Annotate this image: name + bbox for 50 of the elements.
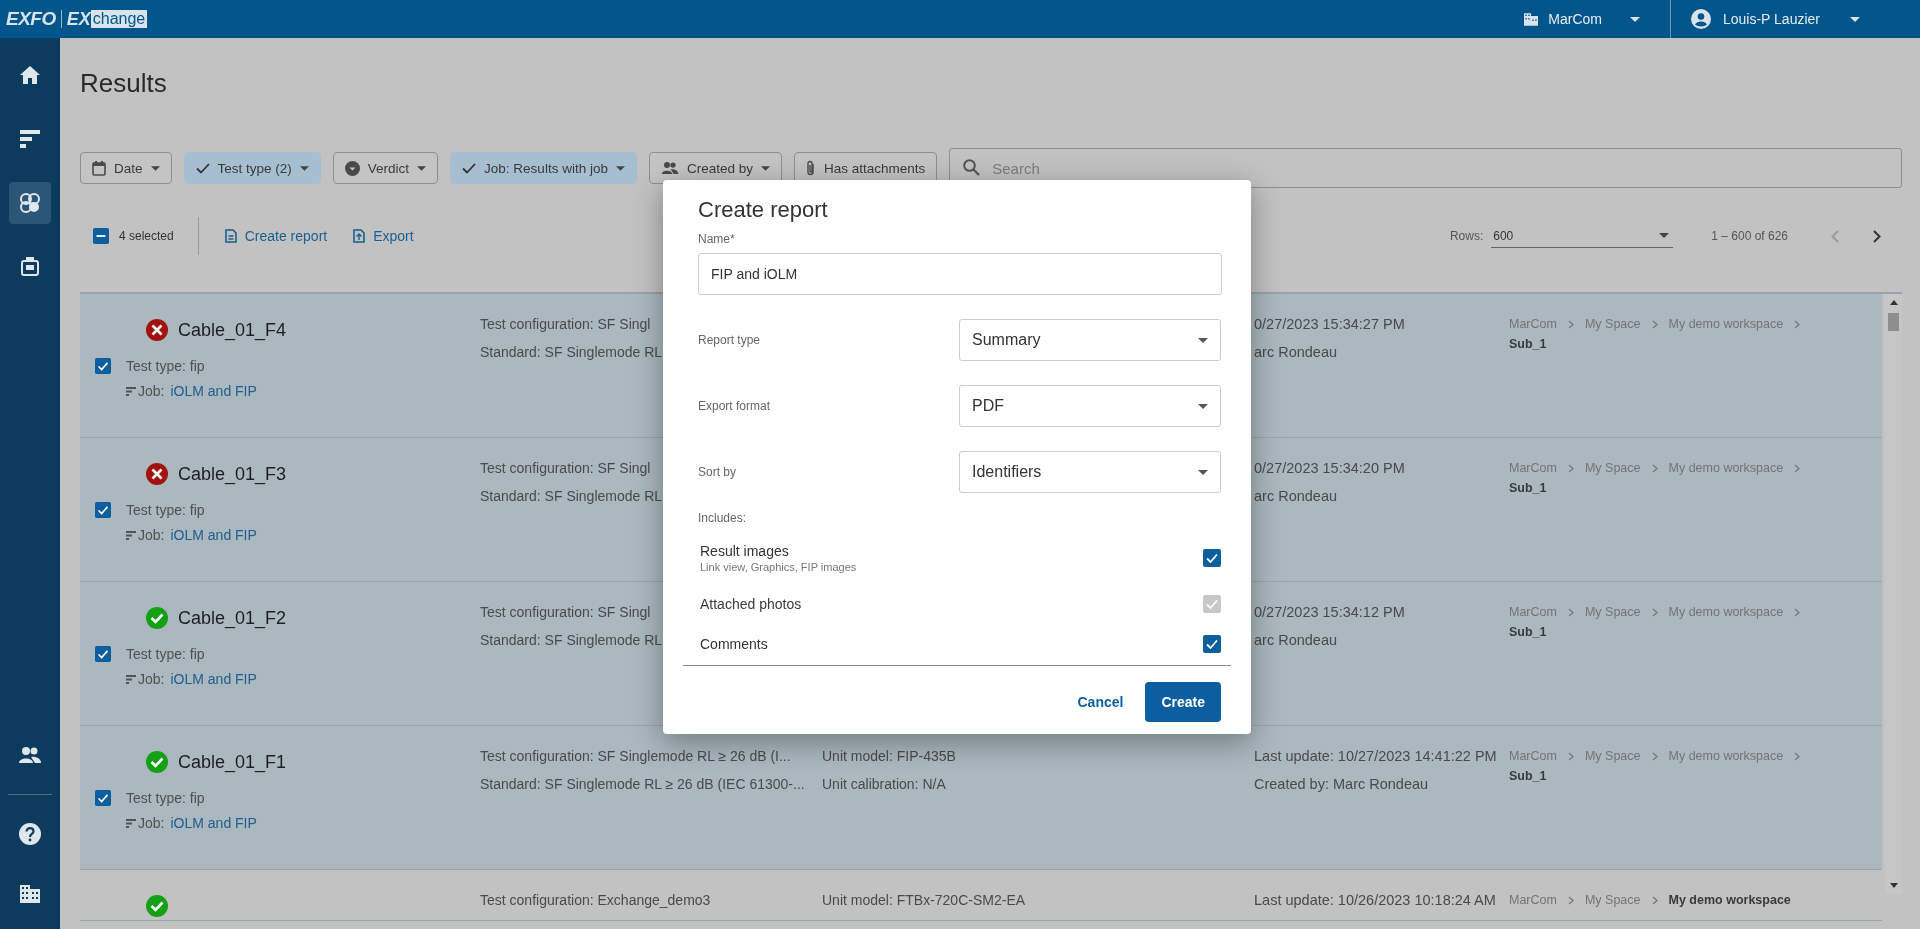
standard: Standard: SF Singlemode RL <box>480 344 663 360</box>
test-type: Test type: fip <box>126 358 206 374</box>
field-label: Sort by <box>698 465 736 479</box>
rows-label: Rows: <box>1449 229 1484 243</box>
test-type: Test type: fip <box>126 646 206 662</box>
test-configuration: Test configuration: SF Singl <box>480 604 651 620</box>
job-label: Job: <box>138 527 165 543</box>
created-by: arc Rondeau <box>1254 344 1338 360</box>
page-range: 1 – 600 of 626 <box>1711 229 1788 243</box>
test-configuration: Test configuration: SF Singl <box>480 316 651 332</box>
test-configuration: Test configuration: SF Singlemode RL ≥ 26 dB (I... <box>480 748 791 764</box>
brand-logo: EXFO <box>6 8 56 30</box>
includes-label: Includes: <box>698 511 748 525</box>
field-label: Name* <box>698 232 736 246</box>
page-title: Results <box>80 68 168 100</box>
standard: Standard: SF Singlemode RL <box>480 488 663 504</box>
test-type: Test type: fip <box>126 790 206 806</box>
created-by: Created by: Marc Rondeau <box>1254 776 1429 792</box>
last-update: Last update: 10/26/2023 10:18:24 AM <box>1254 892 1496 908</box>
field-label: Report type <box>698 333 761 347</box>
product-logo-suffix: change <box>90 10 148 28</box>
product-logo-prefix: EX <box>66 8 91 30</box>
standard: Standard: SF Singlemode RL <box>480 632 663 648</box>
result-name: Cable_01_F2 <box>178 607 287 629</box>
unit-model: Unit model: FIP-435B <box>822 748 956 764</box>
test-configuration: Test configuration: Exchange_demo3 <box>480 892 711 908</box>
result-name: Cable_01_F3 <box>178 463 287 485</box>
test-configuration: Test configuration: SF Singl <box>480 460 651 476</box>
job-label: Job: <box>138 815 165 831</box>
option-label: Result images <box>700 543 790 559</box>
field-label: Export format <box>698 399 771 413</box>
result-name: Cable_01_F1 <box>178 751 287 773</box>
standard: Standard: SF Singlemode RL ≥ 26 dB (IEC 61300-... <box>480 776 805 792</box>
last-update: Last update: 10/27/2023 14:41:22 PM <box>1254 748 1497 764</box>
last-update: 0/27/2023 15:34:20 PM <box>1254 460 1405 476</box>
test-type: Test type: fip <box>126 502 206 518</box>
selection-count: 4 selected <box>119 229 174 243</box>
unit-calibration: Unit calibration: N/A <box>822 776 946 792</box>
unit-model: Unit model: FTBx-720C-SM2-EA <box>822 892 1026 908</box>
created-by: arc Rondeau <box>1254 632 1338 648</box>
result-name: Cable_01_F4 <box>178 319 287 341</box>
option-label: Comments <box>700 636 768 652</box>
option-label: Attached photos <box>700 596 802 612</box>
last-update: 0/27/2023 15:34:27 PM <box>1254 316 1405 332</box>
dialog-title: Create report <box>698 196 829 224</box>
created-by: arc Rondeau <box>1254 488 1338 504</box>
job-label: Job: <box>138 671 165 687</box>
job-label: Job: <box>138 383 165 399</box>
last-update: 0/27/2023 15:34:12 PM <box>1254 604 1405 620</box>
option-hint: Link view, Graphics, FIP images <box>700 561 857 573</box>
